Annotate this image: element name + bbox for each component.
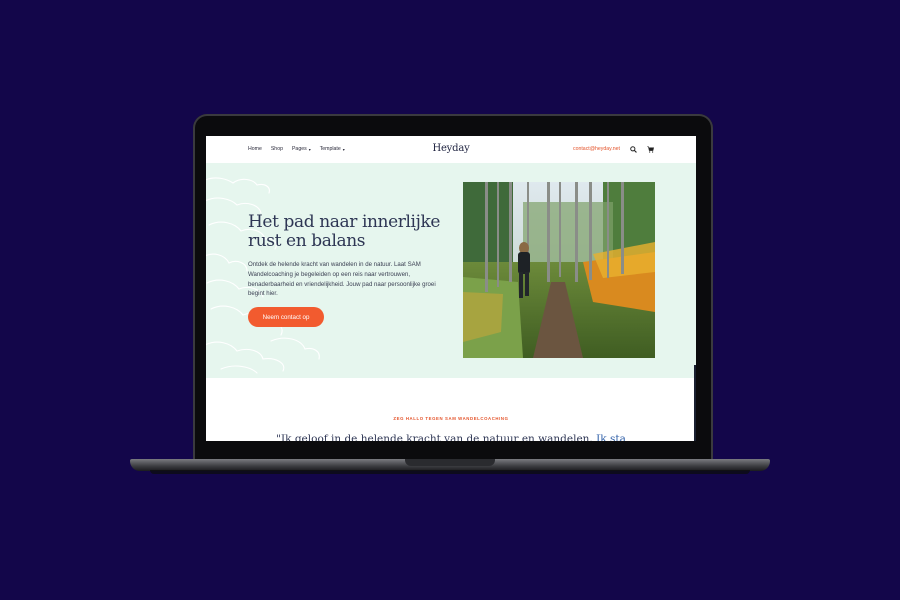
quote-text: "Ik geloof in de helende kracht van de n… bbox=[276, 433, 597, 441]
contact-button[interactable]: Neem contact op bbox=[248, 307, 324, 327]
intro-eyebrow: ZEG HALLO TEGEN SAM WANDELCOACHING bbox=[393, 416, 509, 421]
email-link[interactable]: contact@heyday.net bbox=[573, 146, 620, 152]
laptop-foot-shadow bbox=[150, 470, 750, 474]
quote-highlight: Ik sta bbox=[596, 433, 626, 441]
cart-icon[interactable] bbox=[646, 145, 654, 153]
hero-section: Het pad naar innerlijke rust en balans O… bbox=[206, 163, 696, 378]
site-header: Home Shop Pages ▾ Template ▾ Heyday contac… bbox=[206, 136, 696, 164]
hero-title: Het pad naar innerlijke rust en balans bbox=[248, 212, 441, 251]
intro-section: ZEG HALLO TEGEN SAM WANDELCOACHING "Ik g… bbox=[206, 378, 696, 441]
hero-description: Ontdek de helende kracht van wandelen in… bbox=[248, 261, 436, 298]
search-icon[interactable] bbox=[629, 145, 637, 153]
header-actions: contact@heyday.net bbox=[573, 145, 654, 153]
browser-viewport: Home Shop Pages ▾ Template ▾ Heyday contac… bbox=[206, 136, 696, 441]
intro-quote: "Ik geloof in de helende kracht van de n… bbox=[276, 433, 626, 441]
scrollbar-thumb[interactable] bbox=[694, 365, 696, 441]
laptop-notch bbox=[405, 459, 495, 466]
hero-photo-forest-trail bbox=[463, 182, 655, 358]
